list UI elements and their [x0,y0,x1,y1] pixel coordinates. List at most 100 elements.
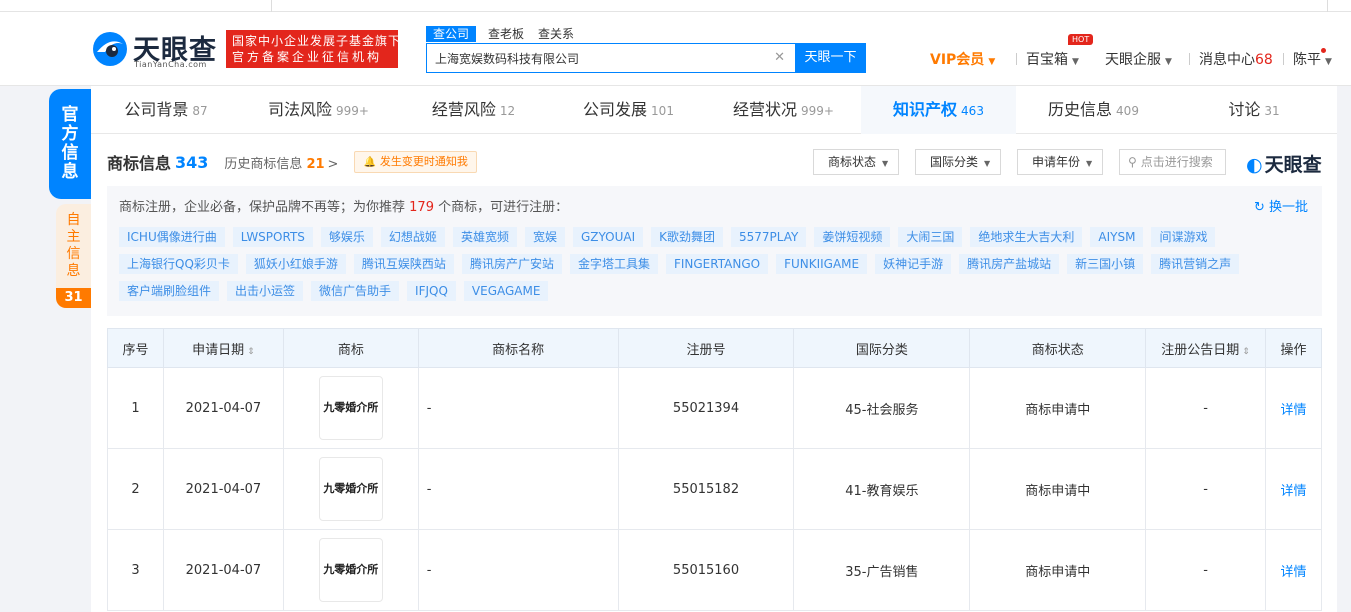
tab-label: 公司发展 [583,100,648,119]
recommend-chip[interactable]: 腾讯房产盐城站 [959,254,1060,274]
tab-search-boss[interactable]: 查老板 [486,26,526,42]
detail-link[interactable]: 详情 [1280,484,1306,499]
side-tab-official-info[interactable]: 官 方 信 息 [49,89,91,199]
recommend-chip[interactable]: 幻想战姬 [380,227,445,247]
clear-icon[interactable]: ✕ [774,50,785,65]
cell-trademark: 九零婚介所 [282,529,419,611]
recommend-chip[interactable]: K歌劲舞团 [651,227,724,247]
tianyancha-logo[interactable]: 天眼查 TianYanCha.com [91,28,221,70]
main-panel: 公司背景 87 司法风险 999+ 经营风险 12 公司发展 101 经营状况 999+ … [91,86,1337,612]
filter-label: 申请年份 [1032,155,1081,169]
enterprise-menu[interactable]: 天眼企服 ▼ [1105,49,1172,68]
col-trademark: 商标 [282,328,419,368]
recommend-chip[interactable]: GZYOUAI [572,227,644,247]
chevron-down-icon: ▼ [882,159,889,168]
trademark-search-input[interactable]: ⚲ 点击进行搜索 [1119,149,1226,175]
notify-me-button[interactable]: 🔔 发生变更时通知我 [354,151,477,173]
filter-application-year[interactable]: 申请年份 ▼ [1017,149,1104,175]
side-char: 方 [61,124,79,144]
filter-international-class[interactable]: 国际分类 ▼ [915,149,1002,175]
sort-icon: ⇕ [1242,346,1250,357]
col-notice-date[interactable]: 注册公告日期 ⇕ [1145,328,1266,368]
tab-legal-risk[interactable]: 司法风险 999+ [241,86,396,134]
recommend-chip[interactable]: 英雄宽频 [452,227,517,247]
side-char: 信 [61,143,79,163]
recommend-chip[interactable]: 腾讯互娱陕西站 [353,254,454,274]
tab-company-development[interactable]: 公司发展 101 [551,86,706,134]
tab-intellectual-property[interactable]: 知识产权 463 [861,86,1016,134]
user-name: 陈平 [1293,52,1321,68]
cell-status: 商标申请中 [969,448,1147,530]
recommend-chip[interactable]: IFJQQ [407,281,456,301]
side-char: 官 [61,105,79,125]
detail-link[interactable]: 详情 [1280,565,1306,580]
trademark-image[interactable]: 九零婚介所 [318,457,383,521]
tab-search-company[interactable]: 查公司 [426,26,477,42]
recommend-chip[interactable]: FINGERTANGO [665,254,769,274]
category-tabs: 公司背景 87 司法风险 999+ 经营风险 12 公司发展 101 经营状况 999+ … [91,86,1337,134]
recommend-chip[interactable]: 腾讯房产广安站 [461,254,562,274]
table-header-row: 序号 申请日期 ⇕ 商标 商标名称 注册号 国际分类 商标状态 注册公告日期 ⇕ 操… [107,328,1323,368]
tab-business-risk[interactable]: 经营风险 12 [396,86,551,134]
search-input[interactable] [427,44,757,72]
recommend-chip[interactable]: 姜饼短视频 [814,227,891,247]
cell-trademark: 九零婚介所 [282,367,419,449]
user-menu[interactable]: 陈平 ▼ [1293,49,1332,68]
badge-line-1: 国家中小企业发展子基金旗下 [232,34,402,48]
recommend-chip[interactable]: 金字塔工具集 [569,254,658,274]
vip-menu[interactable]: VIP会员 ▼ [930,49,995,68]
recommend-chip[interactable]: VEGAGAME [463,281,549,301]
cell-action: 详情 [1264,448,1323,530]
recommend-chip[interactable]: 大闹三国 [898,227,963,247]
detail-link[interactable]: 详情 [1280,403,1306,418]
recommend-chip[interactable]: 微信广告助手 [311,281,400,301]
cell-name: - [417,448,619,530]
recommend-chip[interactable]: 腾讯营销之声 [1151,254,1240,274]
refresh-button[interactable]: ↻ 换一批 [1254,196,1308,215]
message-center[interactable]: 消息中心68 [1199,49,1273,68]
messages-count: 68 [1255,52,1273,68]
filter-label: 商标状态 [828,155,877,169]
nav-separator [1283,53,1284,65]
logo-subtext: TianYanCha.com [134,60,207,69]
recommend-chip[interactable]: 5577PLAY [731,227,807,247]
section-count: 343 [175,152,209,172]
recommend-chip[interactable]: 新三国小镇 [1067,254,1144,274]
tab-discussion[interactable]: 讨论 31 [1171,86,1337,134]
cell-status: 商标申请中 [969,529,1147,611]
recommend-chip[interactable]: 上海银行QQ彩贝卡 [119,254,238,274]
trademark-image[interactable]: 九零婚介所 [318,538,383,602]
chevron-down-icon: ▼ [1086,159,1093,168]
tab-search-relation[interactable]: 查关系 [536,26,576,42]
side-char: 自 [66,212,81,228]
tab-label: 历史信息 [1048,100,1113,119]
recommend-chip[interactable]: 够娱乐 [320,227,373,247]
tab-company-background[interactable]: 公司背景 87 [91,86,241,134]
recommend-prefix: 商标注册，企业必备，保护品牌不再等；为你推荐 [119,200,406,215]
tab-count: 999+ [801,104,834,118]
recommend-chip[interactable]: 宽娱 [524,227,565,247]
filter-trademark-status[interactable]: 商标状态 ▼ [813,149,900,175]
recommend-chip[interactable]: AIYSM [1090,227,1144,247]
tab-history-info[interactable]: 历史信息 409 [1016,86,1171,134]
recommend-chip[interactable]: FUNKIIGAME [776,254,868,274]
col-apply-date[interactable]: 申请日期 ⇕ [162,328,284,368]
recommend-chip[interactable]: 妖神记手游 [875,254,952,274]
recommend-chip[interactable]: 间谍游戏 [1151,227,1216,247]
cell-trademark: 九零婚介所 [282,448,419,530]
history-trademark-link[interactable]: 历史商标信息 21 > [224,153,338,172]
recommend-chip[interactable]: 狐妖小红娘手游 [245,254,346,274]
search-button[interactable]: 天眼一下 [795,43,866,73]
baobao-menu[interactable]: 百宝箱 ▼ [1026,49,1079,68]
badge-line-2: 官方备案企业征信机构 [232,50,383,64]
recommend-chip[interactable]: 客户端刷脸组件 [119,281,220,301]
tab-business-status[interactable]: 经营状况 999+ [706,86,861,134]
recommend-chip[interactable]: ICHU偶像进行曲 [119,227,225,247]
enterprise-label: 天眼企服 [1105,52,1161,68]
recommend-chip[interactable]: 绝地求生大吉大利 [970,227,1083,247]
history-count: 21 [306,156,325,172]
recommend-chip[interactable]: 出击小运签 [227,281,304,301]
recommend-chip[interactable]: LWSPORTS [232,227,313,247]
trademark-image[interactable]: 九零婚介所 [318,376,383,440]
tab-label: 经营风险 [431,100,496,119]
